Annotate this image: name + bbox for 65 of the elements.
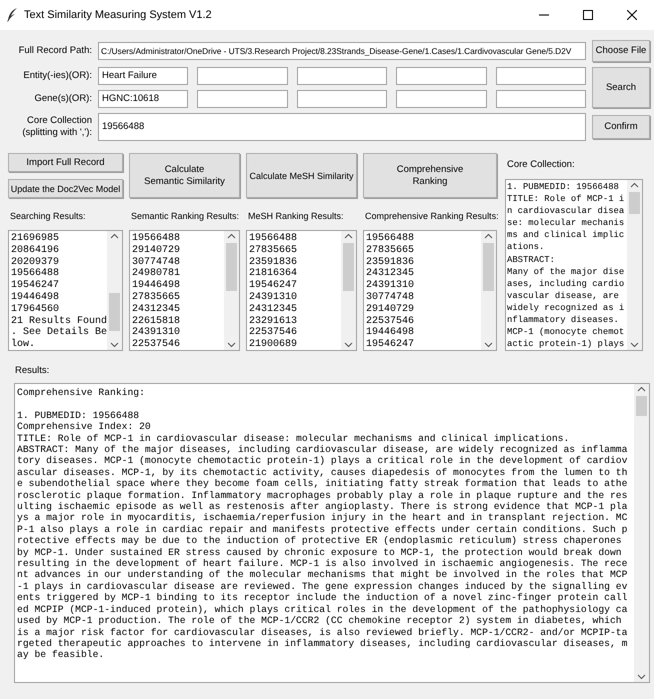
scroll-down-icon[interactable]: [484, 342, 493, 348]
entity-field[interactable]: [496, 67, 586, 85]
list-label: Semantic Ranking Results:: [130, 210, 240, 223]
scrollbar[interactable]: [341, 231, 356, 350]
confirm-button[interactable]: Confirm: [592, 115, 650, 139]
scroll-up-icon[interactable]: [484, 233, 493, 239]
core-collection-text-area[interactable]: 1. PUBMEDID: 19566488 TITLE: Role of MCP-1 i n cardiovascular disea se: molecular mechanis ms and clinical implic ations. ABSTRACT: Many of the major dise ases, including cardio vascular disease, are widely recognized as i nflammatory diseases. MCP-1 (monocyte chemot actic protein-1) plays: [505, 179, 643, 351]
scrollbar[interactable]: [627, 180, 642, 350]
choose-file-button[interactable]: Choose File: [592, 40, 650, 62]
results-list[interactable]: 19566488 27835665 23591836 24312345 24391310 30774748 29140729 22537546 19446498 19546247: [363, 230, 497, 351]
import-button[interactable]: Import Full Record: [8, 153, 123, 172]
scroll-thumb[interactable]: [109, 293, 120, 331]
scroll-up-icon[interactable]: [110, 233, 119, 239]
gene-field[interactable]: [496, 90, 586, 108]
scroll-down-icon[interactable]: [227, 342, 236, 348]
scroll-up-icon[interactable]: [344, 233, 353, 239]
list-label: Comprehensive Ranking Results:: [364, 210, 499, 223]
results-list[interactable]: 19566488 27835665 23591836 21816364 19546247 24391310 24312345 23291613 22537546 21900689: [246, 230, 357, 351]
scroll-thumb[interactable]: [483, 243, 494, 291]
semantic-similarity-button[interactable]: Calculate Semantic Similarity: [129, 153, 240, 198]
entity-field[interactable]: [197, 67, 288, 85]
scroll-thumb[interactable]: [343, 243, 354, 291]
search-button[interactable]: Search: [592, 67, 650, 108]
scroll-up-icon[interactable]: [630, 182, 639, 188]
scrollbar[interactable]: [481, 231, 496, 350]
results-text-area[interactable]: Comprehensive Ranking: 1. PUBMEDID: 19566488 Comprehensive Index: 20 TITLE: Role of MCP-1 in cardiovascular disease: molecular mechanisms and clinical implications. ABSTRACT: Many of the major diseases, including cardiovascular disease, are widely recognized as inflamma tory diseases. MCP-1 (monocyte chemotactic protein-1) plays a critical role in the development of cardiov ascular diseases. MCP-1, by its chemotactic activity, causes diapedesis of monocytes from the lumen to th e subendothelial space where they become foam cells, initiating fatty streak formation that leads to athe rosclerotic plaque formation. Inflammatory macrophages probably play a role in plaque rupture and the res ulting ischaemic episode as well as restenosis after angioplasty. There is strong evidence that MCP-1 pla ys a major role in myocarditis, ischaemia/reperfusion injury in the heart and in transplant rejection. MC P-1 also plays a role in cardiac repair and manifests protective effects under certain conditions. Such p rotective effects may be due to the induction of protective ER (endoplasmic reticulum) stress chaperones by MCP-1. Under sustained ER stress caused by chronic exposure to MCP-1, the protection would break down resulting in the development of heart failure. MCP-1 is also involved in ischaemic angiogenesis. The rece nt advances in our understanding of the molecular mechanisms that might be involved in the roles that MCP -1 plays in cardiovascular disease are reviewed. The gene expression changes induced by the signalling ev ents triggered by MCP-1 binding to its receptor include the induction of a novel zinc-finger protein call ed MCPIP (MCP-1-induced protein), which plays critical roles in the development of the pathophysiology ca used by MCP-1 production. The role of the MCP-1/CCR2 (CC chemokine receptor 2) system in diabetes, which is a major risk factor for cardiovascular diseases, is also reviewed briefly. MCP-1/CCR2- and/or MCPIP-ta rgeted therapeutic approaches to intervene in inflammatory diseases, including cardiovascular diseases, m ay be feasible.: [14, 383, 650, 683]
results-label: Results:: [15, 365, 50, 376]
field-label: Gene(s)(OR):: [33, 93, 92, 105]
scroll-up-icon[interactable]: [227, 233, 236, 239]
feather-icon: [6, 8, 18, 22]
entity-field[interactable]: [296, 67, 388, 85]
field-label: Entity(-ies)(OR):: [22, 70, 92, 82]
update-model-button[interactable]: Update the Doc2Vec Model: [8, 179, 123, 198]
scrollbar[interactable]: [107, 231, 122, 350]
gene-field[interactable]: [296, 90, 388, 108]
scrollbar[interactable]: [224, 231, 239, 350]
gene-field[interactable]: HGNC:10618: [98, 90, 188, 108]
scrollbar[interactable]: [634, 384, 649, 682]
list-label: MeSH Ranking Results:: [247, 210, 344, 223]
scroll-up-icon[interactable]: [637, 386, 646, 392]
results-list[interactable]: 19566488 29140729 30774748 24980781 19446498 27835665 24312345 22615818 24391310 22537546: [129, 230, 240, 351]
scroll-thumb[interactable]: [226, 243, 237, 291]
gene-field[interactable]: [197, 90, 288, 108]
scroll-down-icon[interactable]: [637, 674, 646, 680]
scroll-thumb[interactable]: [629, 192, 640, 214]
field-label: Core Collection (splitting with ','):: [21, 115, 92, 139]
comprehensive-ranking-button[interactable]: Comprehensive Ranking: [363, 153, 497, 198]
results-list[interactable]: 21696985 20864196 20209379 19566488 19546247 19446498 17964560 21 Results Found . See Details Be low.: [8, 230, 123, 351]
minimize-icon: [539, 14, 549, 16]
scroll-down-icon[interactable]: [110, 342, 119, 348]
panel-label: Core Collection:: [507, 159, 575, 171]
entity-field[interactable]: [396, 67, 487, 85]
entity-field[interactable]: Heart Failure: [98, 67, 188, 85]
window-title: Text Similarity Measuring System V1.2: [24, 8, 212, 23]
path-field[interactable]: C:/Users/Administrator/OneDrive - UTS/3.Research Project/8.23Strands_Disease-Gene/1.Cases/1.Cardivovascular Gene/5.D2V: [98, 42, 586, 60]
gene-field[interactable]: [396, 90, 487, 108]
maximize-icon: [583, 10, 593, 20]
scroll-down-icon[interactable]: [630, 342, 639, 348]
core-collection-field[interactable]: 19566488: [98, 113, 586, 141]
scroll-thumb[interactable]: [636, 396, 647, 416]
field-label: Full Record Path:: [18, 45, 92, 57]
scroll-down-icon[interactable]: [344, 342, 353, 348]
mesh-similarity-button[interactable]: Calculate MeSH Similarity: [246, 153, 357, 198]
list-label: Searching Results:: [9, 210, 86, 223]
close-icon: [627, 10, 637, 20]
